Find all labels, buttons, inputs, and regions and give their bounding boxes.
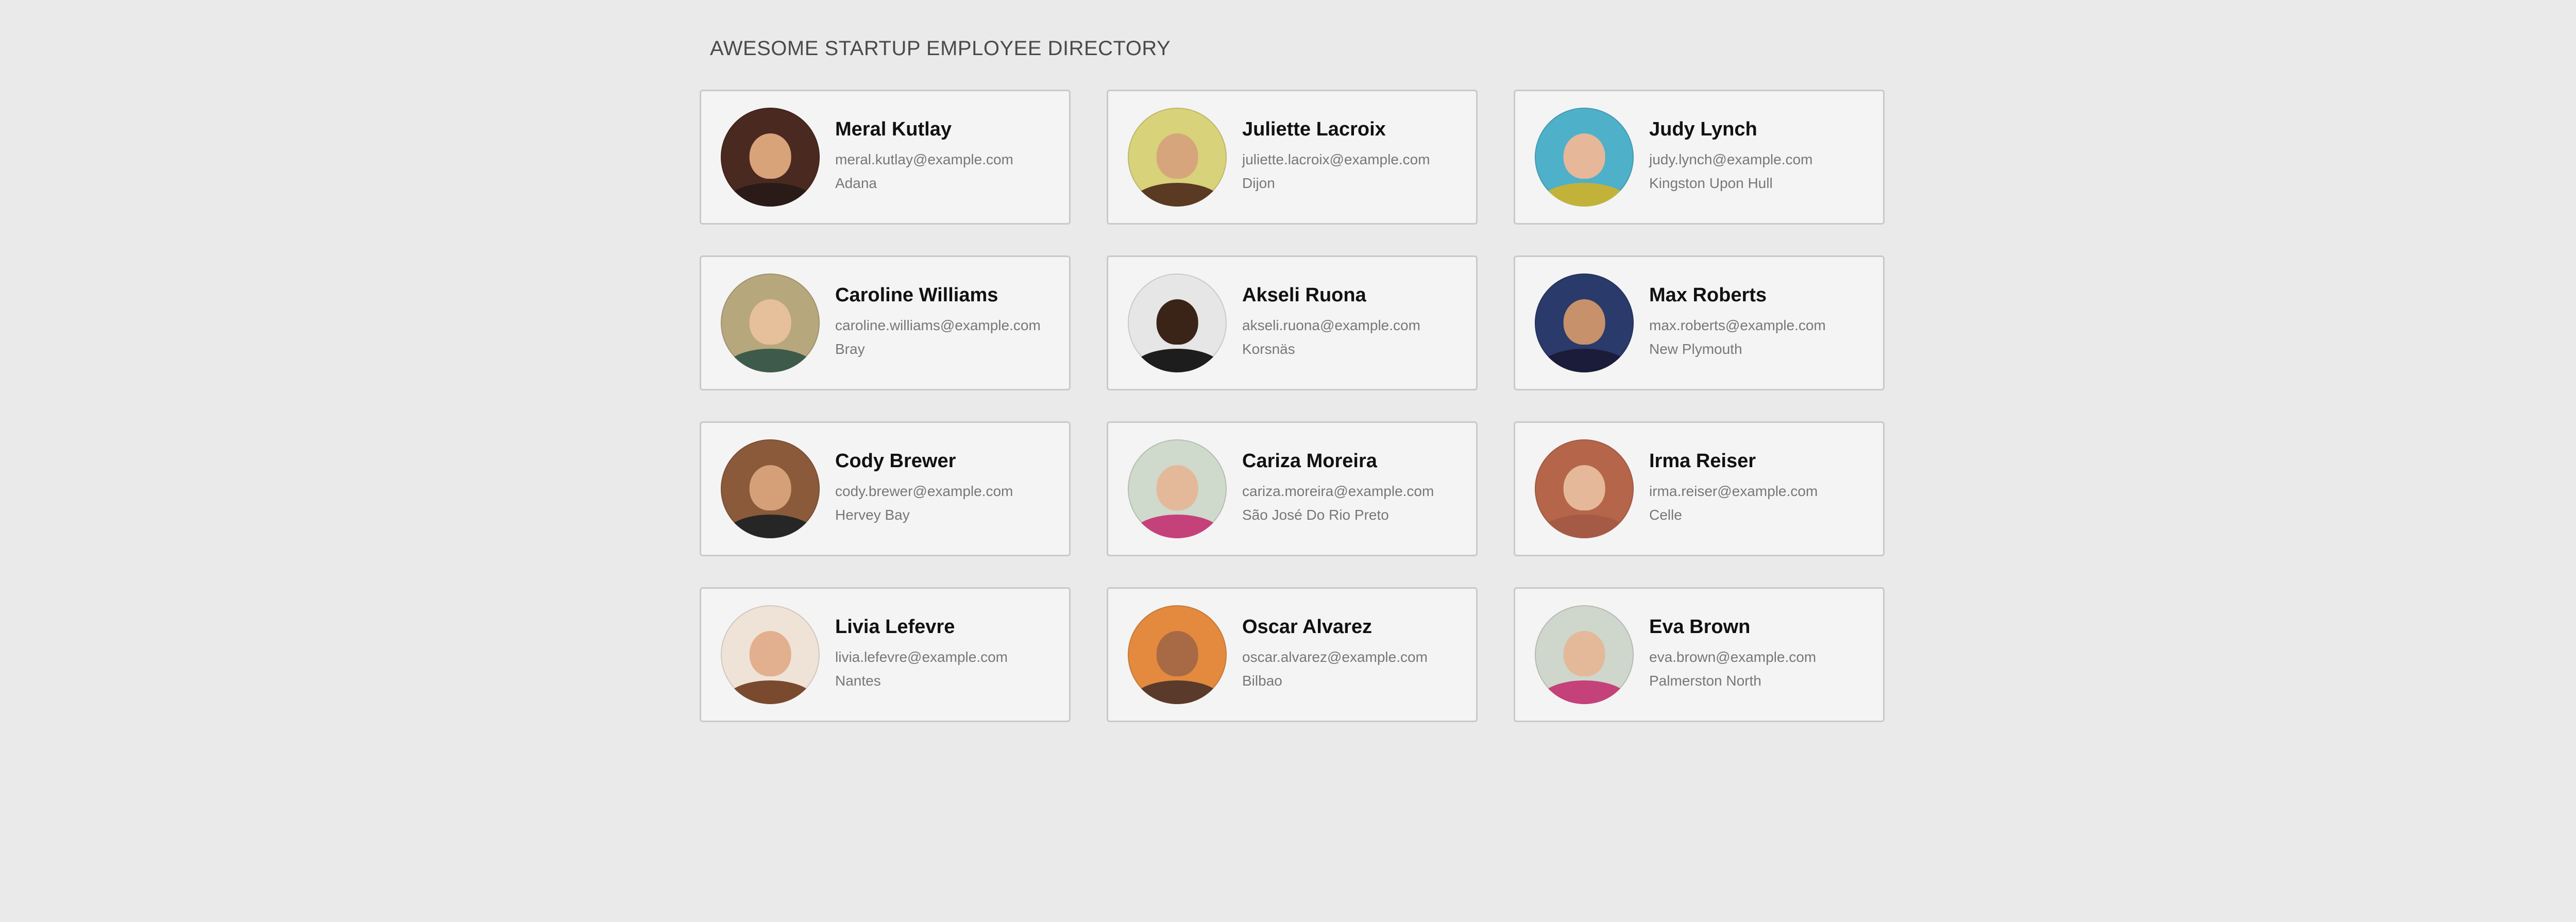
employee-info: Cariza Moreira cariza.moreira@example.co… xyxy=(1242,450,1434,527)
avatar xyxy=(721,108,820,207)
employee-city: Adana xyxy=(835,175,877,191)
employee-name: Judy Lynch xyxy=(1649,118,1757,140)
employee-name: Akseli Ruona xyxy=(1242,284,1366,306)
employee-email: livia.lefevre@example.com xyxy=(835,648,1008,665)
employee-email: max.roberts@example.com xyxy=(1649,317,1826,333)
employee-email: irma.reiser@example.com xyxy=(1649,483,1818,499)
employee-card[interactable]: Cariza Moreira cariza.moreira@example.co… xyxy=(1107,421,1478,556)
employee-email: eva.brown@example.com xyxy=(1649,648,1817,665)
employee-name: Meral Kutlay xyxy=(835,118,952,140)
employee-city: Nantes xyxy=(835,672,881,689)
avatar xyxy=(721,439,820,538)
employee-name: Max Roberts xyxy=(1649,284,1767,306)
avatar xyxy=(1535,605,1634,704)
employee-city: São José Do Rio Preto xyxy=(1242,506,1389,523)
employee-city: Bilbao xyxy=(1242,672,1282,689)
avatar xyxy=(1128,108,1227,207)
employee-email: caroline.williams@example.com xyxy=(835,317,1041,333)
employee-card[interactable]: Meral Kutlay meral.kutlay@example.com Ad… xyxy=(700,90,1071,225)
employee-card[interactable]: Juliette Lacroix juliette.lacroix@exampl… xyxy=(1107,90,1478,225)
avatar xyxy=(1128,605,1227,704)
employee-info: Oscar Alvarez oscar.alvarez@example.com … xyxy=(1242,616,1428,693)
employee-email: oscar.alvarez@example.com xyxy=(1242,648,1428,665)
employee-city: Dijon xyxy=(1242,175,1275,191)
employee-card[interactable]: Livia Lefevre livia.lefevre@example.com … xyxy=(700,587,1071,722)
employee-info: Max Roberts max.roberts@example.com New … xyxy=(1649,284,1826,361)
employee-info: Judy Lynch judy.lynch@example.com Kingst… xyxy=(1649,118,1813,195)
employee-email: meral.kutlay@example.com xyxy=(835,151,1013,167)
employee-name: Caroline Williams xyxy=(835,284,998,306)
avatar xyxy=(721,605,820,704)
employee-info: Akseli Ruona akseli.ruona@example.com Ko… xyxy=(1242,284,1420,361)
employee-city: Bray xyxy=(835,340,865,357)
employee-card[interactable]: Cody Brewer cody.brewer@example.com Herv… xyxy=(700,421,1071,556)
employee-city: Celle xyxy=(1649,506,1682,523)
employee-city: New Plymouth xyxy=(1649,340,1742,357)
employee-name: Eva Brown xyxy=(1649,616,1751,638)
employee-city: Hervey Bay xyxy=(835,506,910,523)
employee-email: cody.brewer@example.com xyxy=(835,483,1013,499)
page-title: AWESOME STARTUP EMPLOYEE DIRECTORY xyxy=(710,37,1171,60)
employee-name: Cody Brewer xyxy=(835,450,956,472)
employee-card[interactable]: Akseli Ruona akseli.ruona@example.com Ko… xyxy=(1107,255,1478,390)
employee-name: Oscar Alvarez xyxy=(1242,616,1372,638)
avatar xyxy=(721,274,820,372)
avatar xyxy=(1535,108,1634,207)
employee-email: cariza.moreira@example.com xyxy=(1242,483,1434,499)
employee-info: Livia Lefevre livia.lefevre@example.com … xyxy=(835,616,1008,693)
employee-card[interactable]: Judy Lynch judy.lynch@example.com Kingst… xyxy=(1514,90,1885,225)
employee-email: judy.lynch@example.com xyxy=(1649,151,1813,167)
employee-card[interactable]: Oscar Alvarez oscar.alvarez@example.com … xyxy=(1107,587,1478,722)
page-header: AWESOME STARTUP EMPLOYEE DIRECTORY xyxy=(710,33,1171,64)
avatar xyxy=(1535,439,1634,538)
employee-city: Kingston Upon Hull xyxy=(1649,175,1773,191)
employee-card[interactable]: Caroline Williams caroline.williams@exam… xyxy=(700,255,1071,390)
employee-email: juliette.lacroix@example.com xyxy=(1242,151,1430,167)
employee-city: Korsnäs xyxy=(1242,340,1295,357)
employee-info: Cody Brewer cody.brewer@example.com Herv… xyxy=(835,450,1013,527)
employee-card[interactable]: Eva Brown eva.brown@example.com Palmerst… xyxy=(1514,587,1885,722)
employee-info: Eva Brown eva.brown@example.com Palmerst… xyxy=(1649,616,1817,693)
employee-name: Irma Reiser xyxy=(1649,450,1756,472)
employee-info: Juliette Lacroix juliette.lacroix@exampl… xyxy=(1242,118,1430,195)
employee-gallery: Meral Kutlay meral.kutlay@example.com Ad… xyxy=(700,90,1885,722)
employee-name: Livia Lefevre xyxy=(835,616,955,638)
employee-name: Juliette Lacroix xyxy=(1242,118,1386,140)
employee-card[interactable]: Max Roberts max.roberts@example.com New … xyxy=(1514,255,1885,390)
employee-email: akseli.ruona@example.com xyxy=(1242,317,1420,333)
avatar xyxy=(1128,274,1227,372)
employee-card[interactable]: Irma Reiser irma.reiser@example.com Cell… xyxy=(1514,421,1885,556)
employee-info: Irma Reiser irma.reiser@example.com Cell… xyxy=(1649,450,1818,527)
employee-info: Meral Kutlay meral.kutlay@example.com Ad… xyxy=(835,118,1013,195)
avatar xyxy=(1535,274,1634,372)
employee-name: Cariza Moreira xyxy=(1242,450,1377,472)
employee-info: Caroline Williams caroline.williams@exam… xyxy=(835,284,1041,361)
employee-city: Palmerston North xyxy=(1649,672,1761,689)
avatar xyxy=(1128,439,1227,538)
